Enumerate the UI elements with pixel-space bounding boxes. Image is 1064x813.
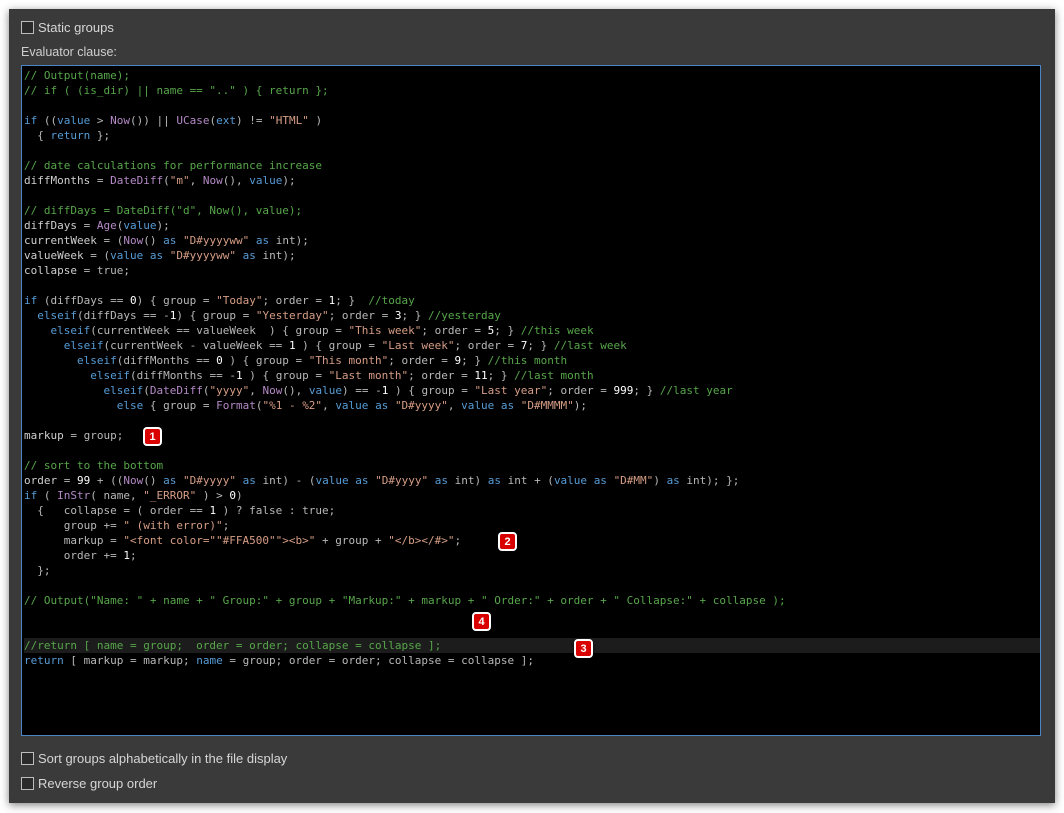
code-line[interactable]: markup = group; (24, 428, 1040, 443)
code-line[interactable]: if (diffDays == 0) { group = "Today"; or… (24, 293, 1040, 308)
code-line[interactable]: else { group = Format("%1 - %2", value a… (24, 398, 1040, 413)
code-line[interactable]: elseif(diffMonths == 0 ) { group = "This… (24, 353, 1040, 368)
code-line[interactable]: // Output("Name: " + name + " Group:" + … (24, 593, 1040, 608)
code-line[interactable]: if ((value > Now()) || UCase(ext) != "HT… (24, 113, 1040, 128)
code-line[interactable]: return [ markup = markup; name = group; … (24, 653, 1040, 668)
reverse-order-label: Reverse group order (38, 775, 158, 791)
reverse-order-option[interactable]: Reverse group order (21, 774, 157, 792)
callout-badge-2: 2 (498, 532, 517, 551)
code-line[interactable] (24, 98, 1040, 113)
sort-alpha-option[interactable]: Sort groups alphabetically in the file d… (21, 749, 287, 767)
callout-badge-1: 1 (143, 427, 162, 446)
evaluator-clause-label: Evaluator clause: (21, 45, 117, 59)
code-line[interactable]: elseif(diffDays == -1) { group = "Yester… (24, 308, 1040, 323)
code-line[interactable]: // sort to the bottom (24, 458, 1040, 473)
static-groups-checkbox[interactable] (21, 20, 34, 34)
code-line[interactable] (24, 608, 1040, 623)
code-line[interactable] (24, 623, 1040, 638)
code-line[interactable]: group += " (with error)"; (24, 518, 1040, 533)
code-line[interactable]: elseif(currentWeek == valueWeek ) { grou… (24, 323, 1040, 338)
code-line[interactable]: { return }; (24, 128, 1040, 143)
code-line[interactable]: order += 1; (24, 548, 1040, 563)
callout-badge-4: 4 (472, 612, 491, 631)
code-line[interactable]: // if ( (is_dir) || name == ".." ) { ret… (24, 83, 1040, 98)
sort-alpha-label: Sort groups alphabetically in the file d… (38, 750, 288, 766)
code-line[interactable]: valueWeek = (value as "D#yyyyww" as int)… (24, 248, 1040, 263)
code-line[interactable] (24, 413, 1040, 428)
reverse-order-checkbox[interactable] (21, 776, 34, 790)
code-line[interactable] (24, 188, 1040, 203)
code-line[interactable] (24, 278, 1040, 293)
code-line[interactable]: diffDays = Age(value); (24, 218, 1040, 233)
code-line[interactable]: order = 99 + ((Now() as "D#yyyy" as int)… (24, 473, 1040, 488)
code-line[interactable]: { collapse = ( order == 1 ) ? false : tr… (24, 503, 1040, 518)
code-line[interactable]: if ( InStr( name, "_ERROR" ) > 0) (24, 488, 1040, 503)
code-line[interactable]: }; (24, 563, 1040, 578)
sort-alpha-checkbox[interactable] (21, 751, 34, 765)
code-line[interactable]: elseif(diffMonths == -1 ) { group = "Las… (24, 368, 1040, 383)
evaluator-code-editor[interactable]: // Output(name);// if ( (is_dir) || name… (21, 65, 1041, 736)
code-content[interactable]: // Output(name);// if ( (is_dir) || name… (24, 68, 1040, 668)
code-line[interactable]: // date calculations for performance inc… (24, 158, 1040, 173)
code-line[interactable]: currentWeek = (Now() as "D#yyyyww" as in… (24, 233, 1040, 248)
code-line[interactable]: markup = "<font color=""#FFA500""><b>" +… (24, 533, 1040, 548)
code-line[interactable]: elseif(DateDiff("yyyy", Now(), value) ==… (24, 383, 1040, 398)
code-line[interactable] (24, 143, 1040, 158)
code-line[interactable] (24, 578, 1040, 593)
callout-badge-3: 3 (574, 639, 593, 658)
code-line[interactable]: diffMonths = DateDiff("m", Now(), value)… (24, 173, 1040, 188)
code-line[interactable]: // diffDays = DateDiff("d", Now(), value… (24, 203, 1040, 218)
group-settings-panel: Static groups Evaluator clause: // Outpu… (9, 9, 1055, 803)
code-line[interactable]: elseif(currentWeek - valueWeek == 1 ) { … (24, 338, 1040, 353)
code-line[interactable] (24, 443, 1040, 458)
code-line[interactable]: collapse = true; (24, 263, 1040, 278)
static-groups-label: Static groups (38, 19, 114, 35)
code-line[interactable]: // Output(name); (24, 68, 1040, 83)
static-groups-option[interactable]: Static groups (21, 18, 114, 36)
code-line[interactable]: //return [ name = group; order = order; … (24, 638, 1040, 653)
